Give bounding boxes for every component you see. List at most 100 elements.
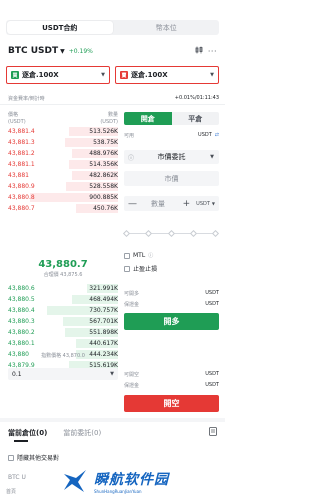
divider (0, 104, 225, 105)
bid-qty: 551.898K (89, 329, 118, 336)
transfer-icon[interactable]: ⇄ (215, 132, 219, 138)
ask-qty: 482.862K (89, 172, 118, 179)
index-price-label: 指數價格 (41, 353, 62, 359)
buy-margin-mode-select[interactable]: 買 逐倉.100X ▼ (6, 66, 110, 84)
slider-handle[interactable] (122, 229, 131, 238)
ask-row[interactable]: 43,881.4 513.526K (8, 126, 118, 137)
ask-qty: 900.885K (89, 194, 118, 201)
bid-row[interactable]: 43,880.3 567.701K (8, 316, 118, 327)
tab-open-orders[interactable]: 當前委託(0) (63, 428, 101, 438)
position-pair: BTC U (8, 474, 26, 481)
ask-row[interactable]: 43,881.2 488.976K (8, 148, 118, 159)
bid-price: 43,880.5 (8, 296, 35, 303)
checkbox-icon[interactable] (124, 252, 130, 259)
amount-unit-select[interactable]: USDT (196, 201, 210, 207)
market-type-switch: USDT合約 幣本位 (6, 20, 219, 35)
mtl-checkbox[interactable]: MTL ⓘ (124, 251, 219, 260)
more-icon[interactable]: ··· (208, 47, 217, 56)
hide-other-pairs-checkbox[interactable]: 隱藏其他交易對 (8, 453, 59, 462)
ask-price: 43,881.4 (8, 128, 35, 135)
open-short-button[interactable]: 開空 (124, 395, 219, 412)
pair-name[interactable]: BTC USDT (8, 46, 58, 56)
ask-row[interactable]: 43,880.8 900.885K (8, 192, 118, 203)
slider-stop (144, 229, 153, 238)
caret-down-icon: ▼ (110, 371, 114, 377)
amount-slider[interactable] (122, 229, 220, 238)
ask-qty: 538.75K (93, 139, 118, 146)
ask-price: 43,881 (8, 172, 29, 179)
ask-qty: 514.356K (89, 161, 118, 168)
ask-row[interactable]: 43,881.3 538.75K (8, 137, 118, 148)
ask-price: 43,880.8 (8, 194, 35, 201)
bid-price: 43,880.1 (8, 340, 35, 347)
ask-row[interactable]: 43,880.7 450.76K (8, 203, 118, 214)
available-unit: USDT (198, 132, 212, 138)
short-margin: 保證金 USDT (124, 381, 219, 389)
bid-qty: 444.234K (89, 351, 118, 358)
ask-row[interactable]: 43,880.9 528.558K (8, 181, 118, 192)
hide-other-pairs-label: 隱藏其他交易對 (17, 455, 60, 462)
max-long-label: 可開多 (124, 290, 140, 297)
ask-price: 43,881.3 (8, 139, 35, 146)
price-input[interactable]: 市價 (124, 171, 219, 186)
caret-down-icon: ▼ (101, 72, 105, 78)
bid-qty: 567.701K (89, 318, 118, 325)
ask-qty: 488.976K (89, 150, 118, 157)
plus-button[interactable]: + (183, 199, 191, 209)
ask-qty: 528.558K (89, 183, 118, 190)
ask-price: 43,881.1 (8, 161, 35, 168)
bid-row[interactable]: 43,880.1 440.617K (8, 338, 118, 349)
checkbox-icon[interactable] (8, 454, 14, 461)
bid-price: 43,880.2 (8, 329, 35, 336)
tab-coin-futures[interactable]: 幣本位 (114, 20, 220, 35)
funding-label: 資金費率/倒計時 (8, 96, 45, 102)
bid-row[interactable]: 43,880.2 551.898K (8, 327, 118, 338)
divider (0, 418, 225, 422)
info-icon[interactable]: ⓘ (128, 153, 134, 162)
bid-row[interactable]: 43,880.4 730.757K (8, 305, 118, 316)
pair-change: +0.19% (68, 47, 93, 55)
ask-row[interactable]: 43,881.1 514.356K (8, 159, 118, 170)
order-type-select[interactable]: ⓘ 市價委託 ▼ (124, 150, 219, 164)
checkbox-icon[interactable] (124, 265, 130, 272)
bid-price: 43,880.6 (8, 285, 35, 292)
available-label: 可用 (124, 132, 135, 139)
mtl-label: MTL (133, 252, 146, 259)
tab-close[interactable]: 平倉 (171, 112, 219, 125)
position-tabs: 當前倉位(0) 當前委託(0) (8, 426, 217, 439)
watermark-subtext: ShunHangRuanJianYuan (94, 488, 142, 494)
slider-stop (211, 229, 220, 238)
ask-row[interactable]: 43,881 482.862K (8, 170, 118, 181)
minus-button[interactable]: — (128, 199, 137, 209)
tab-usdt-futures[interactable]: USDT合約 (7, 21, 113, 34)
nav-home-label[interactable]: 首頁 (6, 488, 16, 495)
max-short-unit: USDT (205, 371, 219, 377)
document-icon[interactable] (209, 427, 217, 438)
watermark: 瞬航软件园 ShunHangRuanJianYuan (60, 462, 210, 500)
ask-qty: 450.76K (93, 205, 118, 212)
bid-row[interactable]: 43,880.5 468.494K (8, 294, 118, 305)
amount-stepper[interactable]: — 數量 + USDT ▼ (124, 196, 219, 211)
caret-down-icon[interactable]: ▼ (60, 48, 65, 55)
buy-tag-icon: 買 (11, 71, 19, 79)
ask-qty: 513.526K (89, 128, 118, 135)
ask-price: 43,880.7 (8, 205, 35, 212)
tpsl-checkbox[interactable]: 止盈止損 (124, 264, 219, 273)
candlestick-chart-icon[interactable] (195, 46, 203, 56)
bid-row[interactable]: 43,880.6 321.991K (8, 283, 118, 294)
tab-open[interactable]: 開倉 (124, 112, 172, 125)
bid-price: 43,880.4 (8, 307, 35, 314)
caret-down-icon: ▼ (210, 72, 214, 78)
max-short-label: 可開空 (124, 371, 140, 378)
long-margin-unit: USDT (205, 301, 219, 307)
bid-price: 43,880.3 (8, 318, 35, 325)
open-long-button[interactable]: 開多 (124, 313, 219, 330)
depth-precision-select[interactable]: 0.1 ▼ (8, 368, 118, 380)
tpsl-label: 止盈止損 (133, 266, 158, 273)
info-icon[interactable]: ⓘ (148, 252, 153, 259)
caret-down-icon: ▼ (210, 154, 214, 160)
bid-qty: 321.991K (89, 285, 118, 292)
sell-margin-mode-select[interactable]: 賣 逐倉.100X ▼ (115, 66, 219, 84)
amount-input[interactable]: 數量 (151, 199, 165, 209)
tab-positions[interactable]: 當前倉位(0) (8, 428, 47, 438)
